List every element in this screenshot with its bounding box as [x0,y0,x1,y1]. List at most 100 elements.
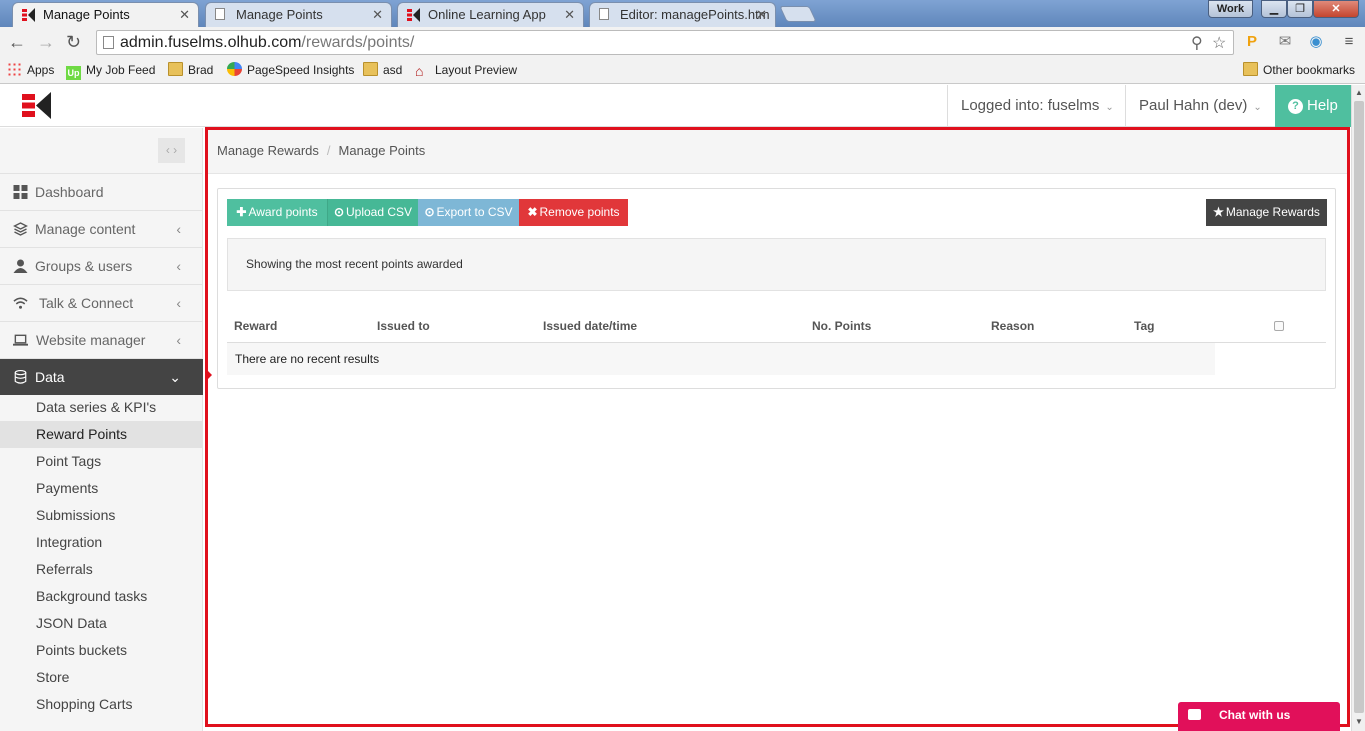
help-label: Help [1307,97,1338,114]
globe-icon[interactable]: ◉ [1307,33,1325,51]
sidebar-collapse-button[interactable]: ‹ › [158,138,185,163]
user-label: Paul Hahn (dev) [1139,97,1248,114]
browser-tab-manage-points[interactable]: Manage Points ✕ [12,2,199,27]
bookmark-my-job-feed[interactable]: Up My Job Feed [66,62,155,80]
sidebar-subitem-json-data[interactable]: JSON Data [0,610,203,637]
star-icon[interactable]: ☆ [1212,33,1226,53]
sidebar-item-data[interactable]: Data ⌄ [0,358,203,395]
address-bar: ← → ↻ admin.fuselms.olhub.com/rewards/po… [0,27,1365,58]
sidebar-item-website-manager[interactable]: Website manager ‹ [0,321,203,358]
bookmark-pagespeed[interactable]: PageSpeed Insights [227,62,354,78]
sidebar-subitem-integration[interactable]: Integration [0,529,203,556]
tab-title: Online Learning App [428,7,546,22]
sidebar-item-label: Dashboard [35,184,104,200]
browser-tab-online-learning[interactable]: Online Learning App ✕ [397,2,584,27]
app-header: Logged into: fuselms ⌄ Paul Hahn (dev) ⌄ ?… [0,85,1351,127]
highlight-annotation-frame [205,127,1350,727]
sidebar-item-talk-connect[interactable]: Talk & Connect ‹ [0,284,203,321]
help-button[interactable]: ? Help [1275,85,1351,127]
sidebar-item-manage-content[interactable]: Manage content ‹ [0,210,203,247]
sidebar-subitem-reward-points[interactable]: Reward Points [0,421,203,448]
sidebar-subitem-points-buckets[interactable]: Points buckets [0,637,203,664]
scrollbar-thumb[interactable] [1354,101,1364,713]
folder-icon [363,62,378,76]
maximize-button[interactable]: ❐ [1287,0,1313,18]
chevron-left-icon: ‹ [176,332,181,348]
page-scrollbar[interactable]: ▲ ▼ [1351,85,1365,731]
sidebar-subitem-submissions[interactable]: Submissions [0,502,203,529]
menu-icon[interactable]: ≡ [1340,33,1358,51]
page-icon [599,8,609,20]
upwork-icon: Up [66,66,81,80]
sidebar-subitem-shopping-carts[interactable]: Shopping Carts [0,691,203,718]
dashboard-icon [13,185,28,199]
chat-bubble-icon [1188,709,1201,720]
sidebar-subitem-store[interactable]: Store [0,664,203,691]
scroll-down-icon[interactable]: ▼ [1355,717,1363,726]
bookmark-brad[interactable]: Brad [168,62,213,78]
highlight-pointer-arrow [205,368,212,382]
sidebar-item-label: Manage content [35,221,136,237]
mail-icon[interactable]: ✉ [1276,33,1294,51]
close-tab-icon[interactable]: ✕ [179,3,190,26]
apps-grid-icon [7,62,22,76]
sidebar-subitem-data-series[interactable]: Data series & KPI's [0,394,203,421]
fuse-logo-icon[interactable] [22,92,52,119]
fuse-logo-icon [407,8,420,22]
bookmark-label: My Job Feed [86,63,156,77]
browser-tabstrip: Manage Points ✕ Manage Points ✕ Online L… [0,0,1365,27]
bookmark-apps[interactable]: Apps [7,62,54,78]
chevron-down-icon: ⌄ [169,369,181,385]
minimize-button[interactable]: ▁ [1261,0,1287,18]
chevron-down-icon: ⌄ [1105,102,1114,113]
extension-p-icon[interactable]: P [1243,33,1261,51]
sidebar-item-groups-users[interactable]: Groups & users ‹ [0,247,203,284]
layers-icon [13,222,28,236]
close-tab-icon[interactable]: ✕ [372,3,383,26]
folder-icon [168,62,183,76]
page-icon [103,36,114,49]
bookmark-label: Other bookmarks [1263,63,1356,77]
url-input[interactable]: admin.fuselms.olhub.com/rewards/points/ … [96,30,1234,55]
user-icon [13,259,28,273]
forward-icon[interactable]: → [37,32,55,52]
reload-icon[interactable]: ↻ [66,32,81,52]
close-tab-icon[interactable]: ✕ [756,3,767,26]
sidebar-subitem-referrals[interactable]: Referrals [0,556,203,583]
sidebar-item-label: Data [35,369,65,385]
search-icon[interactable]: ⚲ [1191,33,1203,53]
laptop-icon [13,334,28,346]
url-host: admin.fuselms.olhub.com [120,34,302,51]
chat-label: Chat with us [1219,708,1291,722]
folder-icon [1243,62,1258,76]
bookmark-label: Apps [27,63,55,77]
sidebar: ‹ › Dashboard Manage content ‹ Groups & … [0,128,203,731]
logged-into-dropdown[interactable]: Logged into: fuselms ⌄ [947,85,1125,127]
house-icon: ⌂ [415,63,424,79]
user-dropdown[interactable]: Paul Hahn (dev) ⌄ [1125,85,1275,127]
bookmark-asd[interactable]: asd [363,62,402,78]
window-close-button[interactable]: ✕ [1313,0,1359,18]
browser-tab-manage-points-2[interactable]: Manage Points ✕ [205,2,392,27]
bookmarks-bar: Apps Up My Job Feed Brad PageSpeed Insigh… [0,58,1365,84]
url-text: admin.fuselms.olhub.com/rewards/points/ [120,34,414,52]
sidebar-subitem-background-tasks[interactable]: Background tasks [0,583,203,610]
sidebar-subitem-point-tags[interactable]: Point Tags [0,448,203,475]
sidebar-item-dashboard[interactable]: Dashboard [0,173,203,210]
back-icon[interactable]: ← [8,32,26,52]
chat-widget-button[interactable]: Chat with us [1178,702,1340,731]
bookmark-layout-preview[interactable]: ⌂ Layout Preview [415,62,517,78]
sidebar-subitem-payments[interactable]: Payments [0,475,203,502]
profile-badge[interactable]: Work [1208,0,1253,18]
scroll-up-icon[interactable]: ▲ [1355,88,1363,97]
browser-tab-editor[interactable]: Editor: managePoints.htm ✕ [589,2,776,27]
tab-title: Editor: managePoints.htm [620,7,770,22]
close-tab-icon[interactable]: ✕ [564,3,575,26]
bookmark-other[interactable]: Other bookmarks [1243,62,1355,78]
chevron-left-icon: ‹ [176,221,181,237]
tab-title: Manage Points [43,7,130,22]
new-tab-button[interactable] [779,6,817,22]
chevron-left-icon: ‹ [176,295,181,311]
page-icon [215,8,225,20]
sidebar-item-label: Talk & Connect [39,295,134,311]
